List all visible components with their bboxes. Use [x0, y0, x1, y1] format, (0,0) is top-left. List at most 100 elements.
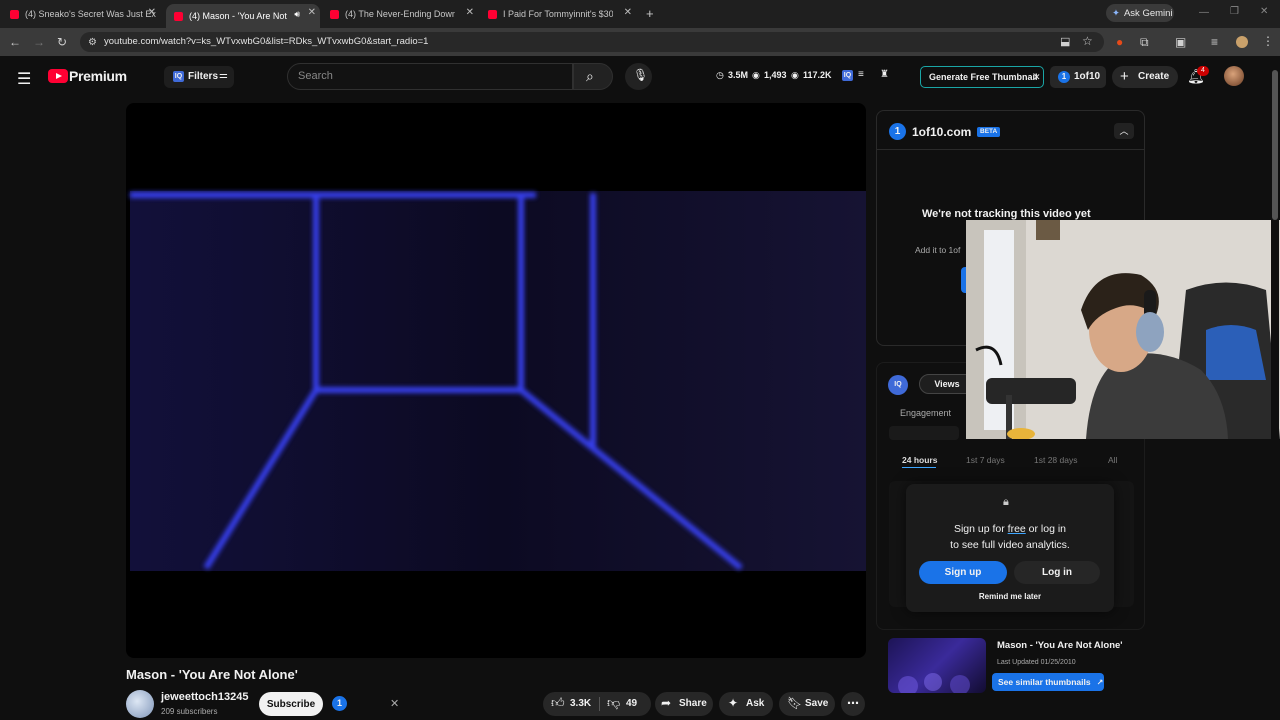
video-player[interactable] — [126, 103, 866, 658]
ask-gemini-button[interactable]: ✦ Ask Gemini — [1106, 4, 1174, 22]
last-updated-text: Last Updated 01/25/2010 — [997, 659, 1076, 666]
remind-later-link[interactable]: Remind me later — [906, 592, 1114, 601]
vidiq-icon[interactable]: IQ — [842, 70, 853, 81]
hamburger-menu-icon[interactable]: ☰ — [17, 69, 31, 89]
youtube-logo-icon[interactable] — [48, 69, 68, 83]
see-similar-thumbnails-button[interactable]: See similar thumbnails ↗ — [992, 673, 1104, 691]
award-icon[interactable]: ♜ — [880, 69, 889, 80]
create-button[interactable]: + Create — [1112, 66, 1178, 88]
close-window-icon[interactable]: ✕ — [1260, 6, 1268, 17]
close-tab-icon[interactable]: ✕ — [466, 7, 474, 18]
youtube-favicon-icon — [330, 9, 339, 19]
close-icon[interactable]: ✕ — [1033, 72, 1041, 83]
site-info-icon[interactable]: ⚙ — [88, 37, 97, 49]
add-video-text: Add it to 1of — [915, 245, 961, 255]
generate-thumbnail-label: Generate Free Thumbnail — [929, 72, 1038, 82]
channel-avatar[interactable] — [126, 690, 154, 718]
oneof10-logo-icon: 1 — [889, 123, 906, 140]
ask-gemini-label: Ask Gemini — [1123, 7, 1173, 19]
search-input[interactable]: Search — [287, 63, 573, 90]
back-icon[interactable]: ← — [9, 36, 21, 48]
new-tab-button[interactable]: + — [646, 6, 654, 21]
divider — [877, 149, 1144, 150]
generate-thumbnail-button[interactable]: Generate Free Thumbnail ✕ — [920, 66, 1044, 88]
thumbs-up-icon[interactable]: 👍︎ — [551, 695, 565, 711]
save-label: Save — [805, 698, 829, 709]
account-avatar[interactable] — [1224, 66, 1244, 86]
range-24-hours[interactable]: 24 hours — [902, 455, 937, 465]
save-button[interactable]: 🔖︎ Save — [779, 692, 835, 716]
range-all[interactable]: All — [1108, 455, 1117, 465]
voice-search-button[interactable]: 🎙︎ — [625, 63, 652, 90]
forward-icon[interactable]: → — [33, 36, 45, 48]
browser-tab[interactable]: I Paid For Tommyinnit's $30 Yo ✕ — [488, 4, 636, 24]
beta-badge: BETA — [977, 127, 1001, 137]
range-28-days[interactable]: 1st 28 days — [1034, 455, 1077, 465]
similar-thumbnail[interactable] — [888, 638, 986, 693]
dislike-count[interactable]: 49 — [626, 698, 637, 709]
close-tab-icon[interactable]: ✕ — [308, 7, 316, 18]
external-link-icon: ↗ — [1096, 677, 1104, 687]
close-tab-icon[interactable]: ✕ — [148, 7, 156, 18]
extension-icon[interactable]: ● — [1116, 36, 1123, 48]
install-app-icon[interactable]: ⬓ — [1060, 36, 1070, 48]
collapse-chevron-icon[interactable]: ︿ — [1114, 123, 1134, 139]
subscribe-button[interactable]: Subscribe — [259, 692, 323, 716]
reload-icon[interactable]: ↻ — [57, 36, 67, 48]
minimize-icon[interactable]: — — [1199, 7, 1209, 18]
close-icon[interactable]: ✕ — [390, 697, 399, 710]
restore-icon[interactable]: ❐ — [1230, 6, 1239, 17]
signup-message-line1: Sign up for free or log in — [906, 523, 1114, 535]
signup-text: Sign up for — [953, 523, 1008, 535]
oneof10-logo-icon[interactable]: 1 — [332, 696, 347, 711]
youtube-favicon-icon — [488, 9, 497, 19]
tab-title: (4) Sneako's Secret Was Just Ex — [25, 9, 156, 19]
media-controls-icon[interactable]: ≡ — [1211, 36, 1218, 48]
oneof10-button[interactable]: 1 1of10 — [1050, 66, 1106, 88]
bookmark-star-icon[interactable]: ☆ — [1082, 35, 1093, 47]
scrollbar-thumb[interactable] — [1272, 70, 1278, 220]
vidiq-stats-bar: ◷ 3.5M ◉ 1,493 ◉ 117.2K IQ ≡ ♜ — [708, 65, 900, 87]
sidepanel-icon[interactable]: ▣ — [1175, 36, 1186, 48]
youtube-premium-logo[interactable]: Premium — [69, 68, 127, 84]
range-7-days[interactable]: 1st 7 days — [966, 455, 1005, 465]
like-dislike-group: 👍︎ 3.3K 👎︎ 49 — [543, 692, 651, 716]
close-tab-icon[interactable]: ✕ — [624, 7, 632, 18]
list-icon[interactable]: ≡ — [858, 69, 864, 80]
more-actions-icon[interactable]: ⋯ — [841, 692, 865, 716]
share-button[interactable]: ➦ Share — [655, 692, 713, 716]
channel-name[interactable]: jeweettoch13245 — [161, 691, 248, 703]
share-label: Share — [679, 698, 707, 709]
url-text[interactable]: youtube.com/watch?v=ks_WTvxwbG0&list=RDk… — [104, 36, 428, 47]
sliders-icon: ⚌ — [219, 70, 228, 81]
thumbnail-image — [898, 673, 970, 693]
views-stat: 3.5M — [728, 70, 749, 80]
create-label: Create — [1138, 71, 1170, 82]
browser-tab[interactable]: (4) Sneako's Secret Was Just Ex ✕ — [10, 4, 160, 24]
ask-button[interactable]: ✦ Ask — [719, 692, 773, 716]
engagement-value-blurred — [889, 426, 959, 440]
signup-button[interactable]: Sign up — [919, 561, 1007, 584]
tab-title: (4) Mason - 'You Are Not Al — [189, 11, 287, 21]
chrome-menu-icon[interactable]: ⋮ — [1262, 35, 1274, 47]
sparkle-icon: ✦ — [728, 696, 739, 710]
thumbs-down-icon[interactable]: 👎︎ — [607, 695, 620, 711]
tab-title: (4) The Never-Ending Downfall — [345, 9, 455, 19]
filters-button[interactable]: IQ Filters ⚌ — [164, 66, 234, 88]
likes-stat: 117.2K — [803, 70, 832, 80]
like-count[interactable]: 3.3K — [570, 698, 591, 709]
speaker-icon[interactable]: 🔊︎ — [294, 9, 300, 20]
video-title: Mason - 'You Are Not Alone' — [126, 667, 298, 682]
bookmark-icon: 🔖︎ — [787, 696, 803, 710]
search-button[interactable]: ⌕ — [573, 63, 613, 90]
extensions-puzzle-icon[interactable]: ⧉ — [1140, 36, 1149, 48]
youtube-favicon-icon — [10, 9, 19, 19]
login-button[interactable]: Log in — [1014, 561, 1100, 584]
browser-tab-active[interactable]: (4) Mason - 'You Are Not Al 🔊︎ ✕ — [166, 4, 320, 28]
browser-tab[interactable]: (4) The Never-Ending Downfall ✕ — [330, 4, 478, 24]
oneof10-label: 1of10 — [1074, 71, 1101, 82]
profile-avatar[interactable] — [1236, 36, 1248, 48]
page-scrollbar[interactable] — [1271, 60, 1279, 720]
vidiq-icon: IQ — [888, 375, 908, 395]
search-icon: ⌕ — [586, 68, 594, 84]
